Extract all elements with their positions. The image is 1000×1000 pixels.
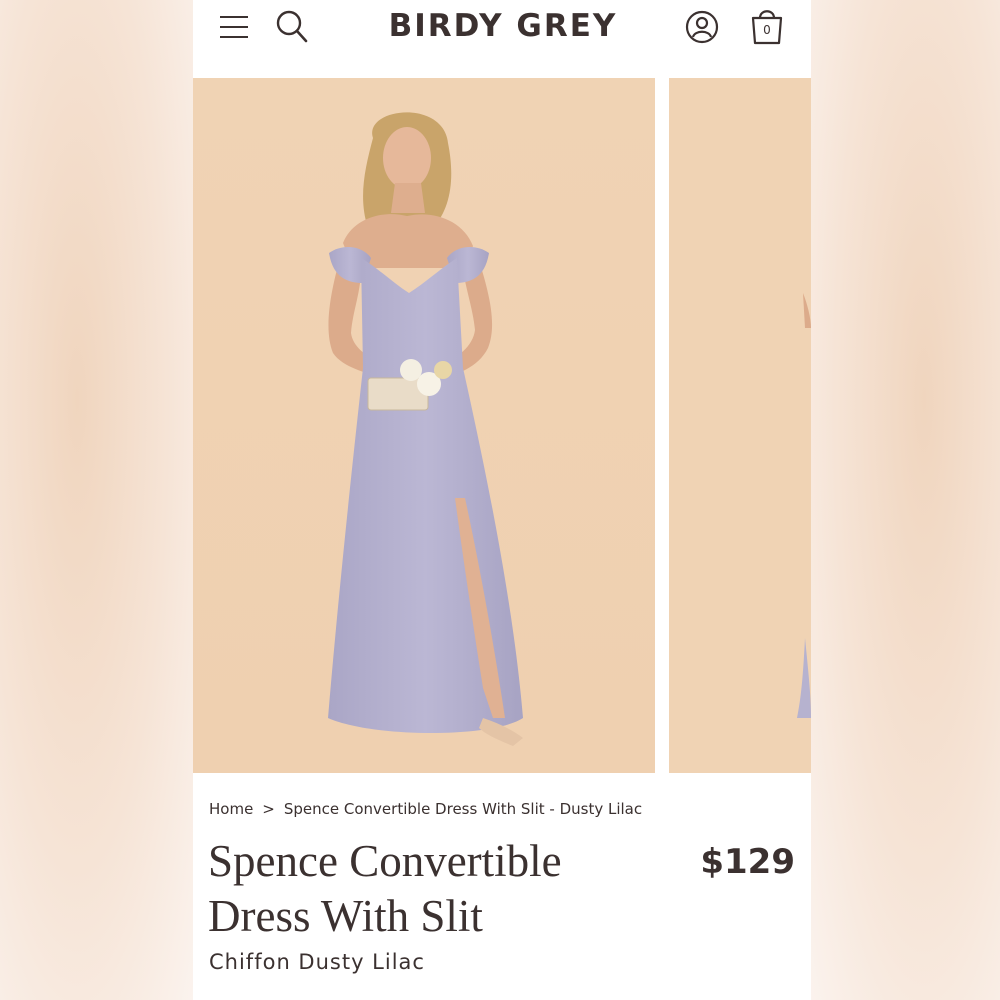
account-icon[interactable]	[685, 10, 719, 44]
backdrop-right	[810, 0, 1000, 1000]
product-title: Spence Convertible Dress With Slit	[208, 836, 562, 941]
breadcrumb-home-link[interactable]: Home	[209, 800, 253, 818]
model-photo-partial	[669, 78, 811, 773]
brand-logo[interactable]: BIRDY GREY	[343, 6, 663, 46]
cart-icon[interactable]: 0	[749, 6, 785, 46]
cart-count-badge: 0	[763, 23, 771, 37]
product-image-next[interactable]	[669, 78, 811, 773]
product-image-main[interactable]	[193, 78, 655, 773]
menu-icon[interactable]	[220, 16, 248, 38]
product-subtitle: Chiffon Dusty Lilac	[209, 950, 425, 974]
backdrop-left	[0, 0, 193, 1000]
model-photo	[193, 78, 655, 773]
site-header: BIRDY GREY 0	[193, 0, 811, 76]
breadcrumb: Home > Spence Convertible Dress With Slit …	[209, 800, 642, 822]
phone-screen: BIRDY GREY 0 Home > Spence Convertible D…	[193, 0, 811, 1000]
product-price: $129	[700, 842, 795, 882]
breadcrumb-separator: >	[262, 800, 275, 818]
breadcrumb-current-link[interactable]: Spence Convertible Dress With Slit - Dus…	[284, 800, 642, 818]
search-icon[interactable]	[275, 8, 309, 44]
product-gallery[interactable]	[193, 78, 811, 773]
